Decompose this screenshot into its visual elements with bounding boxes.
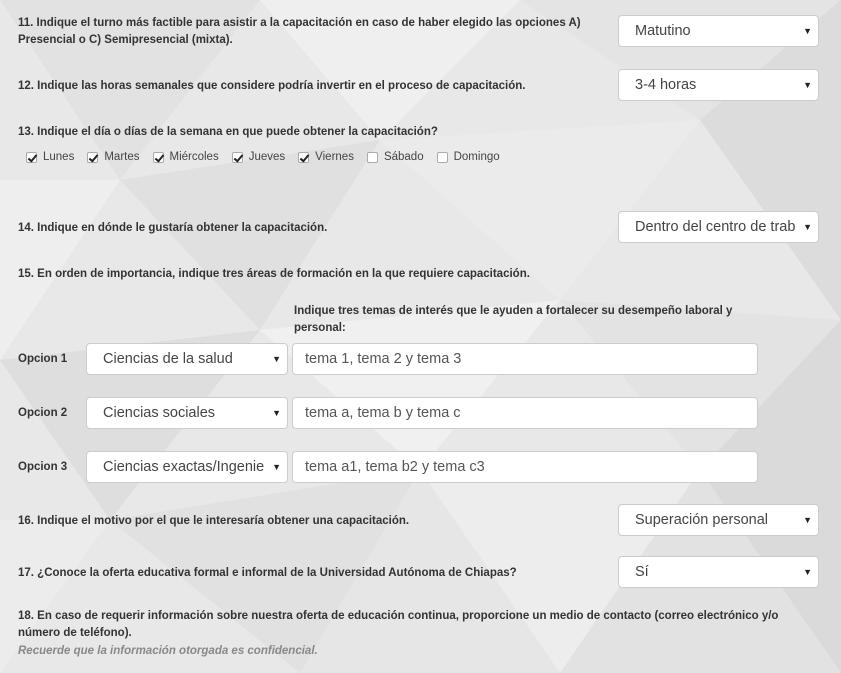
- knows-offer-select[interactable]: Sí ▼: [618, 556, 819, 588]
- area-select-1-value: Ciencias de la salud: [103, 351, 233, 367]
- motive-select-value: Superación personal: [635, 512, 769, 528]
- day-checkbox-lunes[interactable]: Lunes: [26, 151, 74, 163]
- checkbox-unchecked[interactable]: [436, 151, 448, 163]
- chevron-down-icon: ▼: [272, 408, 281, 418]
- area-select-1[interactable]: Ciencias de la salud ▼: [86, 343, 288, 375]
- checkbox-checked[interactable]: [26, 151, 37, 163]
- area-select-2[interactable]: Ciencias sociales ▼: [86, 397, 288, 429]
- question-16-label: 16. Indique el motivo por el que le inte…: [18, 515, 410, 527]
- chevron-down-icon: ▼: [803, 222, 812, 232]
- question-11-label: 11. Indique el turno más factible para a…: [18, 17, 581, 46]
- option-1-label: Opcion 1: [18, 353, 68, 365]
- checkbox-checked[interactable]: [152, 151, 164, 163]
- location-select[interactable]: Dentro del centro de trab ▼: [618, 211, 819, 243]
- confidentiality-note: Recuerde que la información otorgada es …: [18, 645, 318, 657]
- question-15-label: 15. En orden de importancia, indique tre…: [18, 268, 530, 280]
- area-select-2-value: Ciencias sociales: [103, 405, 216, 421]
- day-checkbox-domingo[interactable]: Domingo: [436, 151, 500, 163]
- location-select-value: Dentro del centro de trab: [635, 219, 796, 235]
- checkbox-checked[interactable]: [298, 151, 310, 163]
- shift-select-value: Matutino: [635, 23, 691, 39]
- area-select-3[interactable]: Ciencias exactas/Ingenie ▼: [86, 451, 288, 483]
- topics-label: Indique tres temas de interés que le ayu…: [294, 305, 733, 334]
- question-17-label: 17. ¿Conoce la oferta educativa formal e…: [18, 567, 517, 579]
- question-14-label: 14. Indique en dónde le gustaría obtener…: [18, 222, 328, 234]
- chevron-down-icon: ▼: [272, 354, 281, 364]
- motive-select[interactable]: Superación personal ▼: [618, 504, 819, 536]
- day-checkbox-viernes[interactable]: Viernes: [298, 151, 354, 163]
- day-checkbox-sabado[interactable]: Sábado: [366, 151, 424, 163]
- checkbox-unchecked[interactable]: [366, 151, 378, 163]
- option-2-label: Opcion 2: [18, 407, 68, 419]
- days-checkbox-group: Lunes Martes Miércoles Jueves Viernes Sá…: [26, 151, 513, 163]
- chevron-down-icon: ▼: [272, 462, 281, 472]
- topics-input-3[interactable]: tema a1, tema b2 y tema c3: [292, 451, 758, 483]
- day-checkbox-miercoles[interactable]: Miércoles: [152, 151, 219, 163]
- chevron-down-icon: ▼: [803, 567, 812, 577]
- question-18-label: 18. En caso de requerir información sobr…: [18, 610, 779, 639]
- chevron-down-icon: ▼: [803, 26, 812, 36]
- shift-select[interactable]: Matutino ▼: [618, 15, 819, 47]
- area-select-3-value: Ciencias exactas/Ingenie: [103, 459, 265, 475]
- checkbox-checked[interactable]: [87, 151, 99, 163]
- day-checkbox-jueves[interactable]: Jueves: [231, 151, 285, 163]
- topics-input-1[interactable]: tema 1, tema 2 y tema 3: [292, 343, 758, 375]
- day-checkbox-martes[interactable]: Martes: [87, 151, 140, 163]
- hours-select[interactable]: 3-4 horas ▼: [618, 69, 819, 101]
- checkbox-checked[interactable]: [231, 151, 243, 163]
- question-12-label: 12. Indique las horas semanales que cons…: [18, 80, 526, 92]
- knows-offer-select-value: Sí: [635, 564, 649, 580]
- chevron-down-icon: ▼: [803, 515, 812, 525]
- chevron-down-icon: ▼: [803, 80, 812, 90]
- hours-select-value: 3-4 horas: [635, 77, 697, 93]
- question-13-label: 13. Indique el día o días de la semana e…: [18, 126, 438, 138]
- option-3-label: Opcion 3: [18, 461, 68, 473]
- topics-input-2[interactable]: tema a, tema b y tema c: [292, 397, 758, 429]
